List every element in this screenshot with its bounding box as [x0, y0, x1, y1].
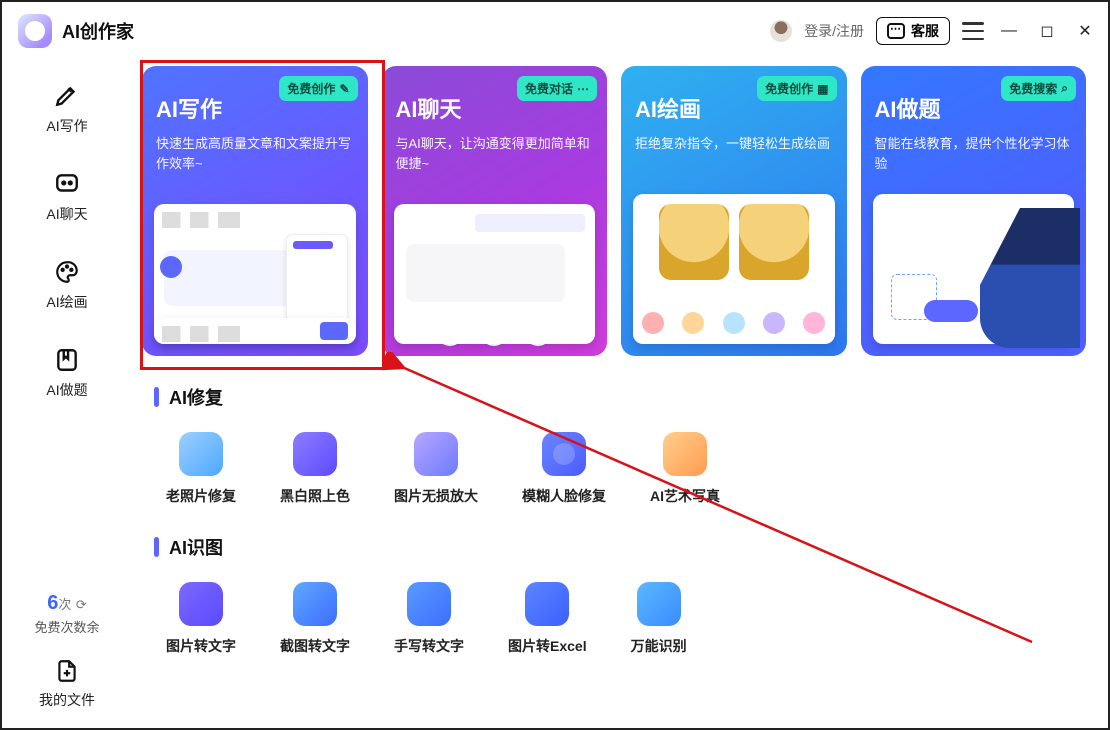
edit-icon: ✎	[339, 82, 349, 96]
scan-icon	[637, 582, 681, 626]
card-mock	[873, 194, 1075, 344]
card-tag: 免费对话 ⋯	[517, 76, 597, 101]
login-link[interactable]: 登录/注册	[804, 21, 864, 41]
tile-old-photo[interactable]: 老照片修复	[166, 432, 236, 506]
kefu-label: 客服	[911, 21, 939, 41]
handwrite-icon	[407, 582, 451, 626]
tile-img-excel[interactable]: 图片转Excel	[508, 582, 587, 656]
sidebar-item-paint[interactable]: AI绘画	[46, 258, 87, 312]
minimize-button[interactable]: —	[996, 22, 1022, 40]
tile-screenshot-text[interactable]: 截图转文字	[280, 582, 350, 656]
card-homework[interactable]: 免费搜索 ⌕ AI做题 智能在线教育，提供个性化学习体验	[861, 66, 1087, 356]
sidebar-item-label: AI绘画	[46, 292, 87, 312]
sidebar-item-homework[interactable]: AI做题	[46, 346, 87, 400]
free-quota: 6次 ⟳ 免费次数余	[34, 592, 99, 636]
sidebar-item-label: AI做题	[46, 380, 87, 400]
tile-art-photo[interactable]: AI艺术写真	[650, 432, 720, 506]
card-tag: 免费创作 ✎	[279, 76, 357, 101]
tile-colorize[interactable]: 黑白照上色	[280, 432, 350, 506]
excel-icon	[525, 582, 569, 626]
avatar[interactable]	[770, 20, 792, 42]
sidebar: AI写作 AI聊天 AI绘画 AI做题 6次 ⟳ 免费次数余 我的文件	[2, 60, 132, 728]
sidebar-item-writing[interactable]: AI写作	[46, 82, 87, 136]
card-chat[interactable]: 免费对话 ⋯ AI聊天 与AI聊天，让沟通变得更加简单和便捷~	[382, 66, 608, 356]
card-desc: 智能在线教育，提供个性化学习体验	[875, 134, 1073, 174]
app-name: AI创作家	[62, 18, 134, 44]
feature-cards: 免费创作 ✎ AI写作 快速生成高质量文章和文案提升写作效率~ ··· 免费对话…	[142, 66, 1086, 356]
chat-icon	[53, 170, 81, 198]
maximize-button[interactable]: ◻	[1034, 21, 1060, 41]
tile-upscale[interactable]: 图片无损放大	[394, 432, 478, 506]
ocr-tiles: 图片转文字 截图转文字 手写转文字 图片转Excel 万能识别	[142, 582, 1086, 656]
main: 免费创作 ✎ AI写作 快速生成高质量文章和文案提升写作效率~ ··· 免费对话…	[132, 60, 1108, 728]
card-tag: 免费创作 ▦	[757, 76, 836, 101]
ocr-icon	[179, 582, 223, 626]
card-desc: 与AI聊天，让沟通变得更加简单和便捷~	[396, 134, 594, 174]
bookmark-icon	[53, 346, 81, 374]
close-button[interactable]: ✕	[1072, 21, 1098, 41]
photo-icon	[179, 432, 223, 476]
section-repair-heading: AI修复	[154, 384, 1086, 410]
image-icon: ▦	[817, 82, 828, 96]
card-desc: 快速生成高质量文章和文案提升写作效率~	[156, 134, 354, 174]
card-mock	[633, 194, 835, 344]
free-num: 6	[47, 592, 58, 614]
send-icon	[320, 322, 348, 340]
app-logo	[18, 14, 52, 48]
card-tag: 免费搜索 ⌕	[1001, 76, 1076, 101]
screenshot-icon	[293, 582, 337, 626]
card-desc: 拒绝复杂指令，一键轻松生成绘画	[635, 134, 833, 154]
sidebar-item-label: AI写作	[46, 116, 87, 136]
refresh-icon[interactable]: ⟳	[76, 597, 87, 612]
my-files-label: 我的文件	[39, 690, 95, 710]
tile-universal[interactable]: 万能识别	[631, 582, 687, 656]
kefu-button[interactable]: 客服	[876, 17, 950, 45]
pen-icon	[53, 82, 81, 110]
chat-icon	[887, 23, 905, 39]
menu-button[interactable]	[962, 22, 984, 40]
portrait-icon	[663, 432, 707, 476]
card-writing[interactable]: 免费创作 ✎ AI写作 快速生成高质量文章和文案提升写作效率~ ···	[142, 66, 368, 356]
sidebar-item-chat[interactable]: AI聊天	[46, 170, 87, 224]
sidebar-item-label: AI聊天	[46, 204, 87, 224]
search-icon: ⌕	[1061, 81, 1068, 96]
tile-face-fix[interactable]: 模糊人脸修复	[522, 432, 606, 506]
titlebar: AI创作家 登录/注册 客服 — ◻ ✕	[2, 2, 1108, 60]
card-paint[interactable]: 免费创作 ▦ AI绘画 拒绝复杂指令，一键轻松生成绘画	[621, 66, 847, 356]
tile-img-text[interactable]: 图片转文字	[166, 582, 236, 656]
dots-icon: ⋯	[577, 82, 589, 96]
repair-tiles: 老照片修复 黑白照上色 图片无损放大 模糊人脸修复 AI艺术写真	[142, 432, 1086, 506]
face-icon	[542, 432, 586, 476]
tile-handwrite-text[interactable]: 手写转文字	[394, 582, 464, 656]
colorize-icon	[293, 432, 337, 476]
upscale-icon	[414, 432, 458, 476]
palette-icon	[53, 258, 81, 286]
my-files[interactable]: 我的文件	[39, 658, 95, 710]
section-ocr-heading: AI识图	[154, 534, 1086, 560]
free-sub: 免费次数余	[34, 617, 99, 636]
